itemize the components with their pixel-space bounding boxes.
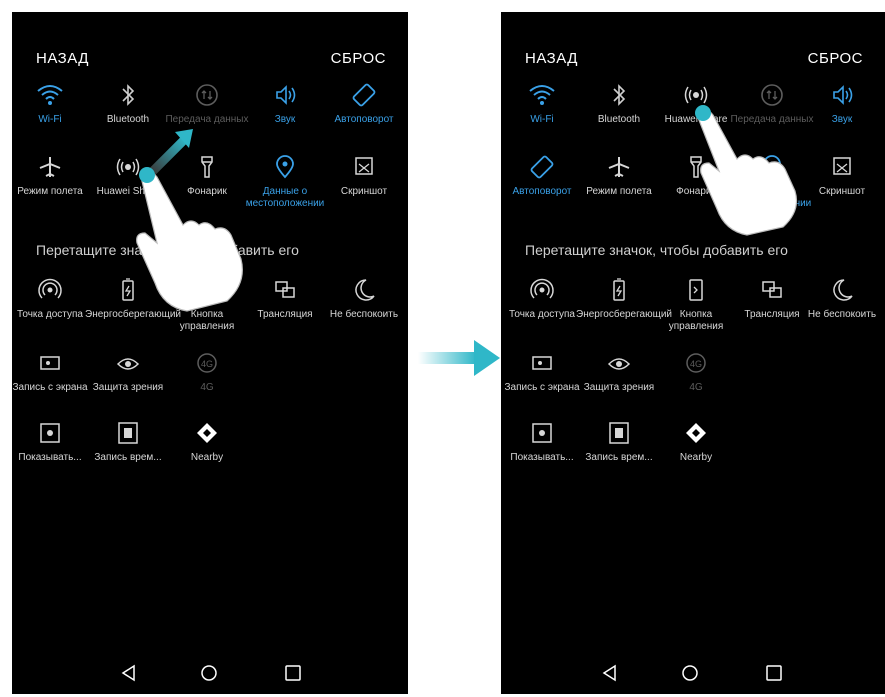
hotspot-icon [38, 278, 62, 299]
reset-button[interactable]: СБРОС [808, 50, 863, 67]
autorotate-icon [352, 83, 376, 107]
tile-time-record[interactable]: Запись врем... [85, 420, 171, 464]
tile-4g[interactable]: 4G 4G [653, 350, 739, 394]
bluetooth-icon [613, 84, 626, 106]
transition-arrow-icon [418, 340, 500, 376]
drag-hand-icon [136, 129, 243, 312]
tile-hotspot[interactable]: Точка доступа [12, 277, 93, 321]
top-bar: НАЗАД СБРОС [501, 42, 885, 72]
bluetooth-icon [122, 84, 135, 106]
time-record-icon [118, 422, 138, 444]
screen-record-icon [532, 356, 552, 370]
home-icon[interactable] [679, 662, 701, 684]
tile-nearby[interactable]: Nearby [164, 420, 250, 464]
tile-battery-saver[interactable]: Энергосберегающий [576, 277, 672, 321]
tile-4g[interactable]: 4G 4G [164, 350, 250, 394]
moon-icon [355, 279, 375, 301]
top-bar: НАЗАД СБРОС [12, 42, 408, 72]
nav-dock-icon [689, 279, 703, 301]
wifi-icon [529, 85, 555, 105]
nav-bar [12, 654, 408, 694]
moon-icon [833, 279, 853, 301]
wifi-icon [37, 85, 63, 105]
cast-icon [762, 281, 782, 298]
recents-icon[interactable] [763, 662, 785, 684]
recents-icon[interactable] [282, 662, 304, 684]
tile-bluetooth[interactable]: Bluetooth [576, 82, 662, 126]
nearby-icon [197, 423, 217, 443]
eye-comfort-icon [607, 358, 631, 370]
home-icon[interactable] [198, 662, 220, 684]
screen-record-icon [40, 356, 60, 370]
4g-icon: 4G [686, 353, 706, 373]
tile-hotspot[interactable]: Точка доступа [501, 277, 585, 321]
tile-eye-comfort[interactable]: Защита зрения [85, 350, 171, 394]
tap-hand-icon [695, 105, 798, 236]
sound-icon [276, 85, 296, 105]
screenshot-icon [355, 157, 373, 175]
back-icon[interactable] [118, 662, 140, 684]
nearby-icon [686, 423, 706, 443]
back-button[interactable]: НАЗАД [36, 50, 89, 67]
tile-time-record[interactable]: Запись врем... [576, 420, 662, 464]
tile-show[interactable]: Показывать... [501, 420, 585, 464]
tile-do-not-disturb[interactable]: Не беспокоить [799, 277, 885, 321]
eye-comfort-icon [116, 358, 140, 370]
tile-nearby[interactable]: Nearby [653, 420, 739, 464]
back-icon[interactable] [599, 662, 621, 684]
screenshot-icon [833, 157, 851, 175]
phone-before: НАЗАД СБРОС Wi-Fi Bluetooth Передача дан… [12, 12, 408, 694]
tile-show[interactable]: Показывать... [12, 420, 93, 464]
tile-eye-comfort[interactable]: Защита зрения [576, 350, 662, 394]
show-icon [40, 423, 60, 443]
4g-icon: 4G [197, 353, 217, 373]
time-record-icon [609, 422, 629, 444]
reset-button[interactable]: СБРОС [331, 50, 386, 67]
phone-after: НАЗАД СБРОС Wi-Fi Bluetooth Huawei Share… [501, 12, 885, 694]
airplane-icon [39, 157, 61, 177]
autorotate-icon [530, 155, 554, 179]
battery-saver-icon [613, 278, 625, 301]
svg-text:4G: 4G [201, 359, 213, 369]
tile-nav-dock[interactable]: Кнопка управления [653, 277, 739, 333]
tile-airplane[interactable]: Режим полета [576, 154, 662, 198]
back-button[interactable]: НАЗАД [525, 50, 578, 67]
tile-screenshot[interactable]: Скриншот [321, 154, 407, 198]
tile-autorotate[interactable]: Автоповорот [321, 82, 407, 126]
tile-airplane[interactable]: Режим полета [12, 154, 93, 198]
drag-hint-text: Перетащите значок, чтобы добавить его [525, 242, 788, 258]
tile-autorotate[interactable]: Автоповорот [501, 154, 585, 198]
svg-text:4G: 4G [690, 359, 702, 369]
airplane-icon [608, 157, 630, 177]
tile-do-not-disturb[interactable]: Не беспокоить [321, 277, 407, 321]
tile-wifi[interactable]: Wi-Fi [501, 82, 585, 126]
mobile-data-icon [196, 84, 218, 106]
sound-icon [833, 85, 853, 105]
tile-wifi[interactable]: Wi-Fi [12, 82, 93, 126]
tile-screen-record[interactable]: Запись с экрана [12, 350, 93, 394]
show-icon [532, 423, 552, 443]
nav-bar [501, 654, 885, 694]
tile-screen-record[interactable]: Запись с экрана [501, 350, 585, 394]
hotspot-icon [530, 278, 554, 299]
